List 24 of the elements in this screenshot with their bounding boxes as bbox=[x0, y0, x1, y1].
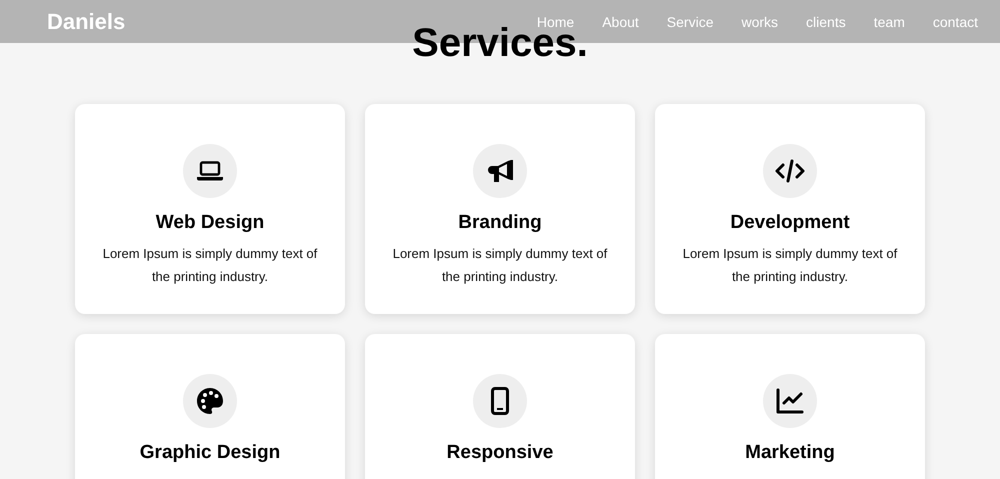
logo[interactable]: Daniels bbox=[47, 8, 126, 34]
card-title: Responsive bbox=[446, 442, 554, 464]
card-title: Development bbox=[730, 212, 850, 234]
laptop-icon bbox=[197, 161, 223, 181]
nav-link[interactable]: About bbox=[602, 14, 639, 30]
card-description: Lorem Ipsum is simply dummy text of the printing industry. bbox=[102, 245, 318, 286]
card-title: Graphic Design bbox=[140, 442, 280, 464]
card-title: Marketing bbox=[745, 442, 835, 464]
nav-link[interactable]: clients bbox=[806, 14, 846, 30]
card-title: Web Design bbox=[156, 212, 264, 234]
nav-link[interactable]: Home bbox=[536, 14, 574, 30]
nav-link[interactable]: contact bbox=[932, 14, 978, 30]
card-title: Branding bbox=[458, 212, 542, 234]
section-title: Services. bbox=[412, 28, 588, 58]
line-chart-icon bbox=[776, 388, 804, 414]
card-description: Lorem Ipsum is simply dummy text of the printing industry. bbox=[392, 245, 608, 286]
code-icon bbox=[775, 159, 805, 183]
nav-link[interactable]: team bbox=[874, 14, 905, 30]
palette-icon bbox=[196, 387, 224, 415]
megaphone-icon bbox=[487, 159, 513, 183]
nav-link[interactable]: works bbox=[741, 14, 778, 30]
smartphone-icon bbox=[491, 387, 509, 415]
nav-link[interactable]: Service bbox=[666, 14, 714, 30]
card-description: Lorem Ipsum is simply dummy text of the printing industry. bbox=[682, 245, 898, 286]
